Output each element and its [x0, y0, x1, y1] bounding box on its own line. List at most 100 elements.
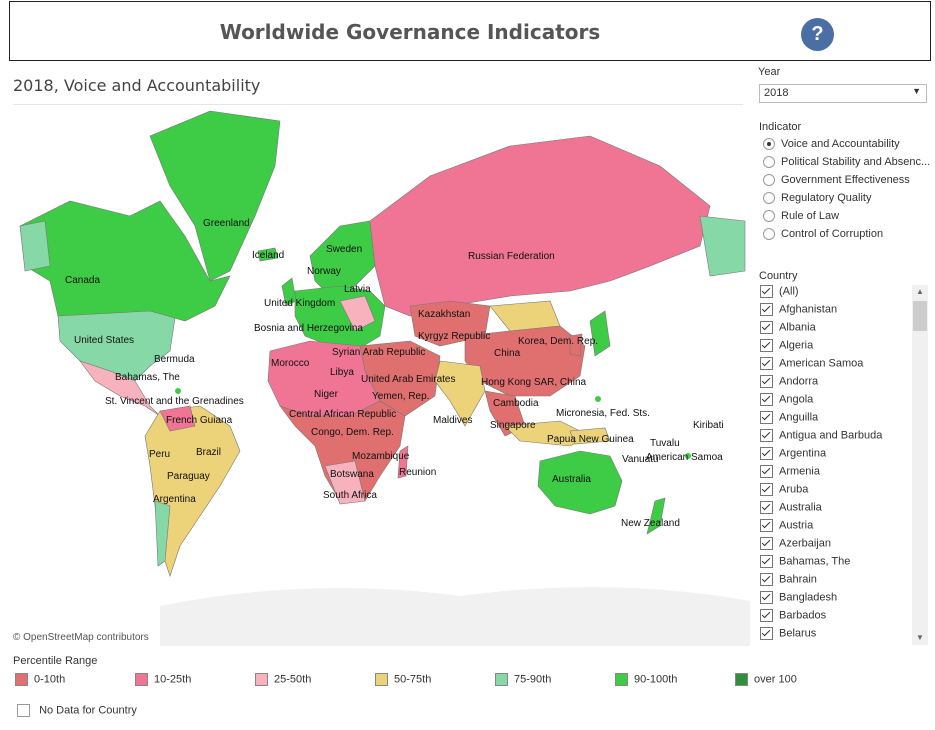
map-label: Singapore [490, 420, 536, 431]
country-list-item[interactable]: Azerbaijan [760, 537, 912, 555]
country-list-item[interactable]: Afghanistan [760, 303, 912, 321]
map-label: Canada [65, 275, 100, 286]
legend-label: 25-50th [274, 673, 312, 686]
checkbox-icon[interactable] [760, 483, 773, 496]
map-canvas[interactable]: Greenland Iceland Sweden Norway Canada Russia… [10, 106, 750, 646]
legend-item[interactable]: 50-75th [375, 673, 431, 686]
country-label: (All) [779, 285, 799, 298]
country-list-item[interactable]: Bahamas, The [760, 555, 912, 573]
checkbox-icon[interactable] [760, 555, 773, 568]
checkbox-icon[interactable] [760, 465, 773, 478]
year-caption-wrap: Year [758, 66, 930, 78]
checkbox-icon[interactable] [760, 429, 773, 442]
scroll-down-icon[interactable]: ▼ [912, 631, 928, 645]
legend-label: 90-100th [634, 673, 678, 686]
country-label: Austria [779, 519, 814, 532]
radio-icon[interactable] [763, 138, 775, 151]
indicator-option-label: Political Stability and Absenc... [781, 156, 931, 168]
country-list-item[interactable]: Armenia [760, 465, 912, 483]
checkbox-icon[interactable] [760, 375, 773, 388]
legend-no-data[interactable]: No Data for Country [17, 704, 137, 717]
country-list-item[interactable]: Austria [760, 519, 912, 537]
country-list-item[interactable]: Barbados [760, 609, 912, 627]
checkbox-icon[interactable] [760, 573, 773, 586]
radio-icon[interactable] [763, 192, 775, 205]
indicator-option[interactable]: Rule of Law [763, 210, 933, 227]
indicator-option[interactable]: Control of Corruption [763, 228, 933, 245]
country-list-item[interactable]: Algeria [760, 339, 912, 357]
checkbox-icon[interactable] [760, 447, 773, 460]
map-label: Australia [552, 474, 591, 485]
country-label: Bangladesh [779, 591, 838, 604]
indicator-option[interactable]: Political Stability and Absenc... [763, 156, 933, 173]
dashboard-header: Worldwide Governance Indicators ? [9, 1, 931, 61]
radio-icon[interactable] [763, 228, 775, 241]
legend-item[interactable]: 10-25th [135, 673, 191, 686]
map-label: United States [74, 335, 134, 346]
legend-label: 75-90th [514, 673, 552, 686]
country-list-item[interactable]: Australia [760, 501, 912, 519]
divider [13, 104, 743, 105]
country-list-item[interactable]: Argentina [760, 447, 912, 465]
country-scrollbar[interactable]: ▲ ▼ [912, 285, 928, 645]
world-map[interactable]: Greenland Iceland Sweden Norway Canada Russia… [10, 106, 750, 646]
checkbox-icon[interactable] [760, 357, 773, 370]
legend-item[interactable]: 75-90th [495, 673, 551, 686]
checkbox-icon[interactable] [760, 393, 773, 406]
checkbox-icon[interactable] [760, 321, 773, 334]
country-list-item[interactable]: Antigua and Barbuda [760, 429, 912, 447]
checkbox-icon[interactable] [760, 519, 773, 532]
indicator-option[interactable]: Government Effectiveness [763, 174, 933, 191]
indicator-option[interactable]: Voice and Accountability [763, 138, 933, 155]
checkbox-icon[interactable] [760, 411, 773, 424]
checkbox-icon[interactable] [760, 285, 773, 298]
checkbox-icon[interactable] [760, 609, 773, 622]
checkbox-icon[interactable] [760, 627, 773, 640]
help-icon[interactable]: ? [801, 18, 834, 51]
no-data-label: No Data for Country [39, 704, 137, 717]
country-list-item[interactable]: (All) [760, 285, 912, 303]
map-label: Greenland [203, 218, 250, 229]
scroll-up-icon[interactable]: ▲ [912, 285, 928, 299]
legend-item[interactable]: 25-50th [255, 673, 311, 686]
checkbox-icon[interactable] [760, 501, 773, 514]
legend-item[interactable]: 0-10th [15, 673, 65, 686]
checkbox-icon[interactable] [760, 339, 773, 352]
radio-icon[interactable] [763, 156, 775, 169]
map-label: Niger [314, 389, 339, 400]
checkbox-icon[interactable] [760, 303, 773, 316]
radio-icon[interactable] [763, 210, 775, 223]
map-label: Morocco [271, 358, 310, 369]
country-list-item[interactable]: Andorra [760, 375, 912, 393]
indicator-option[interactable]: Regulatory Quality [763, 192, 933, 209]
map-label: Maldives [433, 415, 472, 426]
country-list-item[interactable]: Angola [760, 393, 912, 411]
region-alaska[interactable] [19, 220, 51, 272]
map-label: Botswana [330, 469, 374, 480]
legend-item[interactable]: over 100 [735, 673, 797, 686]
country-list-item[interactable]: Anguilla [760, 411, 912, 429]
scroll-thumb[interactable] [913, 301, 927, 331]
map-label: Argentina [153, 494, 196, 505]
map-label: Bermuda [154, 354, 195, 365]
map-label: South Africa [323, 490, 377, 501]
country-list-item[interactable]: Belarus [760, 627, 912, 645]
country-list-item[interactable]: Bangladesh [760, 591, 912, 609]
legend-item[interactable]: 90-100th [615, 673, 677, 686]
legend-swatch [615, 673, 628, 686]
country-label: Country [759, 270, 798, 282]
checkbox-icon[interactable] [760, 591, 773, 604]
map-label: Tuvalu [650, 438, 680, 449]
island-micronesia[interactable] [595, 396, 601, 402]
country-list-item[interactable]: Aruba [760, 483, 912, 501]
country-list-item[interactable]: American Samoa [760, 357, 912, 375]
map-label: Bahamas, The [115, 372, 180, 383]
year-dropdown[interactable]: 2018 ▼ [759, 84, 927, 103]
island-bermuda[interactable] [175, 388, 181, 394]
country-list-item[interactable]: Albania [760, 321, 912, 339]
checkbox-icon[interactable] [760, 537, 773, 550]
radio-icon[interactable] [763, 174, 775, 187]
country-label: Barbados [779, 609, 827, 622]
country-list-item[interactable]: Bahrain [760, 573, 912, 591]
map-label: Kazakhstan [418, 309, 470, 320]
